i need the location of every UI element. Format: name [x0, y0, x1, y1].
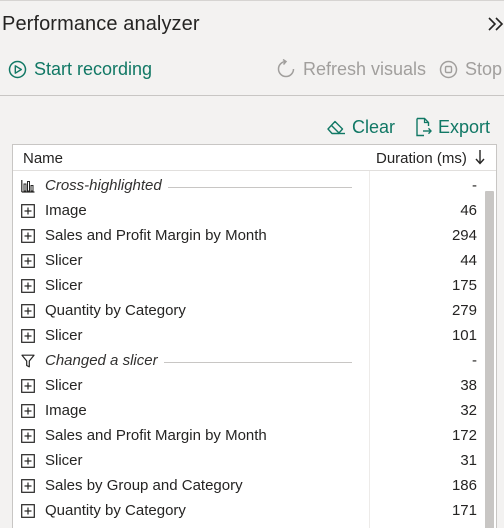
row-duration: 44	[460, 252, 477, 269]
expand-plus-icon[interactable]	[21, 429, 35, 443]
row-duration: 38	[460, 377, 477, 394]
table-row[interactable]: Image 32	[13, 400, 496, 425]
row-label: Quantity by Category	[45, 502, 186, 519]
row-label: Image	[45, 402, 87, 419]
performance-analyzer-header: Performance analyzer Start recording Ref…	[0, 0, 504, 96]
row-duration: 172	[451, 427, 477, 444]
table-row[interactable]: Quantity by Category 171	[13, 500, 496, 525]
eraser-icon	[327, 120, 345, 135]
clear-label: Clear	[352, 116, 396, 137]
expand-plus-icon[interactable]	[21, 479, 35, 493]
expand-plus-icon[interactable]	[21, 254, 35, 268]
row-duration: -	[472, 352, 477, 369]
expand-plus-icon[interactable]	[21, 504, 35, 518]
table-row[interactable]: Slicer 101	[13, 325, 496, 350]
row-duration: 101	[451, 327, 477, 344]
refresh-icon	[277, 59, 295, 78]
table-row[interactable]: Sales by Group and Category 186	[13, 475, 496, 500]
refresh-visuals-button[interactable]: Refresh visuals	[276, 56, 426, 82]
table-header: Name Duration (ms)	[13, 145, 496, 171]
stop-button[interactable]: Stop	[439, 56, 502, 82]
expand-plus-icon[interactable]	[21, 379, 35, 393]
performance-table: Name Duration (ms) Cross-highlighted - Ima…	[12, 144, 497, 528]
row-label: Slicer	[45, 277, 83, 294]
row-duration: 46	[460, 202, 477, 219]
row-duration: 294	[451, 227, 477, 244]
table-row[interactable]: Slicer 44	[13, 250, 496, 275]
group-separator-line	[164, 362, 352, 363]
export-icon	[416, 117, 432, 137]
stop-label: Stop	[465, 58, 503, 79]
expand-plus-icon[interactable]	[21, 454, 35, 468]
collapse-pane-button[interactable]	[486, 14, 504, 34]
header-divider	[0, 95, 504, 96]
start-recording-button[interactable]: Start recording	[8, 56, 152, 82]
row-label: Sales by Group and Category	[45, 477, 243, 494]
sort-descending-icon[interactable]	[474, 148, 486, 166]
table-row[interactable]: Slicer 38	[13, 375, 496, 400]
table-row[interactable]: Sales and Profit Margin by Month 294	[13, 225, 496, 250]
refresh-visuals-label: Refresh visuals	[303, 58, 427, 79]
bar-chart-icon	[21, 179, 35, 193]
row-duration: 186	[451, 477, 477, 494]
group-row[interactable]: Changed a slicer -	[13, 350, 496, 375]
stop-circle-icon	[439, 60, 458, 78]
row-label: Sales and Profit Margin by Month	[45, 427, 267, 444]
export-button[interactable]: Export	[414, 115, 490, 139]
group-separator-line	[168, 187, 352, 188]
row-duration: 31	[460, 452, 477, 469]
row-label: Slicer	[45, 377, 83, 394]
expand-plus-icon[interactable]	[21, 329, 35, 343]
group-row[interactable]: Cross-highlighted -	[13, 175, 496, 200]
row-label: Slicer	[45, 327, 83, 344]
row-label: Image	[45, 202, 87, 219]
expand-plus-icon[interactable]	[21, 304, 35, 318]
scrollbar-thumb[interactable]	[485, 191, 494, 528]
panel-title: Performance analyzer	[2, 13, 200, 35]
column-header-name[interactable]: Name	[23, 150, 63, 167]
table-row[interactable]: Slicer 31	[13, 450, 496, 475]
table-row[interactable]: Sales and Profit Margin by Month 172	[13, 425, 496, 450]
start-recording-label: Start recording	[34, 58, 153, 79]
expand-plus-icon[interactable]	[21, 204, 35, 218]
row-label: Changed a slicer	[45, 352, 158, 369]
clear-button[interactable]: Clear	[326, 115, 395, 139]
row-duration: -	[472, 177, 477, 194]
play-circle-icon	[8, 60, 27, 78]
row-label: Slicer	[45, 252, 83, 269]
row-label: Quantity by Category	[45, 302, 186, 319]
row-duration: 32	[460, 402, 477, 419]
column-header-duration[interactable]: Duration (ms)	[376, 150, 467, 167]
expand-plus-icon[interactable]	[21, 404, 35, 418]
table-row[interactable]: Slicer 175	[13, 275, 496, 300]
table-body: Cross-highlighted - Image 46 Sales and Profi…	[13, 175, 496, 525]
double-chevron-right-icon	[488, 17, 504, 31]
export-label: Export	[438, 116, 491, 137]
row-duration: 171	[451, 502, 477, 519]
row-duration: 279	[451, 302, 477, 319]
table-row[interactable]: Quantity by Category 279	[13, 300, 496, 325]
filter-icon	[21, 354, 35, 368]
expand-plus-icon[interactable]	[21, 229, 35, 243]
expand-plus-icon[interactable]	[21, 279, 35, 293]
row-label: Sales and Profit Margin by Month	[45, 227, 267, 244]
row-label: Slicer	[45, 452, 83, 469]
row-duration: 175	[451, 277, 477, 294]
table-row[interactable]: Image 46	[13, 200, 496, 225]
row-label: Cross-highlighted	[45, 177, 162, 194]
